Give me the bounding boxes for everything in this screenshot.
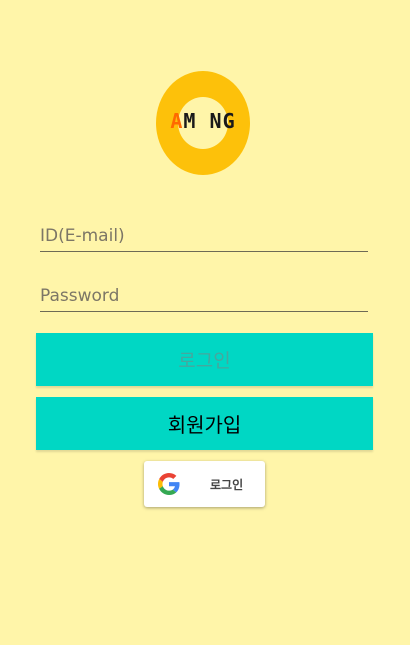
signup-button[interactable]: 회원가입 — [36, 397, 373, 450]
email-field[interactable] — [40, 221, 368, 252]
logo-letter-a: A — [170, 109, 184, 133]
password-field[interactable] — [40, 281, 368, 312]
logo-letter-o: O — [196, 109, 210, 133]
google-icon — [158, 473, 180, 495]
login-button[interactable]: 로그인 — [36, 333, 373, 386]
logo-letter-m: M — [183, 109, 197, 133]
google-login-button[interactable]: 로그인 — [144, 461, 265, 507]
google-login-label: 로그인 — [210, 478, 244, 492]
logo-letter-n: N — [209, 109, 223, 133]
among-logo: AMONG — [156, 71, 250, 175]
login-screen: AMONG 로그인 회원가입 로그인 — [0, 0, 410, 645]
logo-wordmark: AMONG — [156, 109, 250, 133]
logo-letter-g: G — [222, 109, 236, 133]
